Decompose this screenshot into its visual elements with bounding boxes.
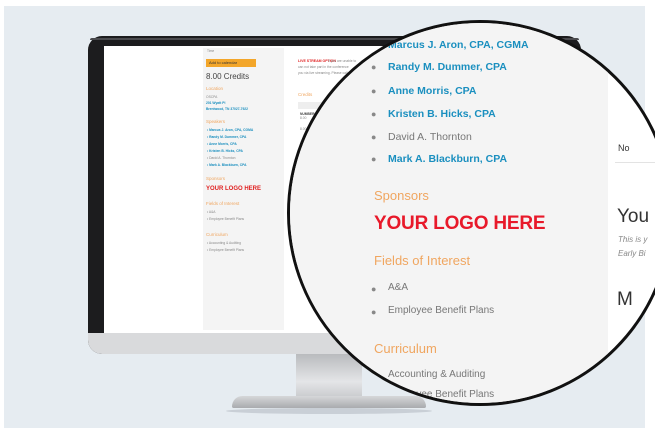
sponsors-heading: Sponsors [374, 188, 429, 203]
location-heading: Location [206, 86, 224, 91]
speaker-link[interactable]: Kristen B. Hicks, CPA [207, 149, 243, 153]
field-item: A&A [207, 210, 216, 214]
bullet: ● [371, 62, 377, 72]
field-item: Employee Benefit Plans [207, 217, 244, 221]
fields-heading: Fields of Interest [206, 201, 240, 206]
sponsor-logo[interactable]: YOUR LOGO HERE [374, 213, 546, 235]
marketing-illustration: Time Add to calendar 8.00 Credits Locati… [0, 0, 655, 428]
speaker-link[interactable]: Anne Morris, CPA [388, 85, 476, 97]
sponsor-logo[interactable]: YOUR LOGO HERE [206, 186, 261, 192]
field-item: Employee Benefit Plans [388, 305, 495, 316]
speaker-link[interactable]: Mark A. Blackburn, CPA [388, 153, 507, 165]
credits-total: 8.00 Credits [206, 72, 250, 81]
location-address-2[interactable]: Brentwood, TN 37027-7922 [206, 107, 248, 111]
bullet: ● [371, 132, 377, 142]
bullet: ● [371, 109, 377, 119]
bullet: ● [371, 371, 377, 381]
speakers-heading: Speakers [206, 119, 226, 124]
right-heading: You [617, 206, 650, 227]
time-label: Time [207, 49, 215, 53]
speaker-link[interactable]: Marcus J. Aron, CPA, CGMA [207, 128, 253, 132]
bullet: ● [371, 307, 377, 317]
fields-heading: Fields of Interest [374, 253, 471, 268]
add-to-calendar-button[interactable]: Add to calendar [206, 59, 256, 67]
right-tab-label[interactable]: No [618, 143, 630, 153]
sponsors-heading: Sponsors [206, 176, 226, 181]
speaker-link[interactable]: Mark A. Blackburn, CPA [207, 163, 246, 167]
location-name: OSCPA [206, 95, 218, 99]
speaker-link[interactable]: Marcus J. Aron, CPA, CGMA [388, 39, 529, 51]
stand-shadow [226, 408, 432, 414]
speaker-link[interactable]: Randy M. Dummer, CPA [207, 135, 246, 139]
speaker-link[interactable]: Randy M. Dummer, CPA [388, 61, 507, 73]
right-heading: M [617, 289, 633, 310]
curriculum-item: Employee Benefit Plans [388, 389, 495, 400]
speaker-link[interactable]: Anne Morris, CPA [207, 142, 237, 146]
curriculum-heading: Curriculum [206, 232, 228, 237]
bullet: ● [371, 284, 377, 294]
bullet: ● [371, 391, 377, 401]
right-text: This is y [618, 235, 648, 244]
speaker-name: David A. Thornton [388, 131, 472, 143]
right-text: Early Bi [618, 249, 646, 258]
bullet: ● [371, 86, 377, 96]
speaker-link[interactable]: Kristen B. Hicks, CPA [388, 108, 496, 120]
magnifier-lens: Marcus J. Aron, CPA, CGMA ● Randy M. Dum… [287, 20, 655, 406]
curriculum-heading: Curriculum [374, 341, 437, 356]
bullet: ● [371, 154, 377, 164]
speaker-name: David A. Thornton [207, 156, 235, 160]
divider [615, 162, 655, 163]
curriculum-item: Accounting & Auditing [388, 369, 486, 380]
curriculum-item: Employee Benefit Plans [207, 248, 244, 252]
curriculum-item: Accounting & Auditing [207, 241, 241, 245]
field-item: A&A [388, 282, 409, 293]
location-address-1[interactable]: 201 Wyatt Pl [206, 101, 225, 105]
